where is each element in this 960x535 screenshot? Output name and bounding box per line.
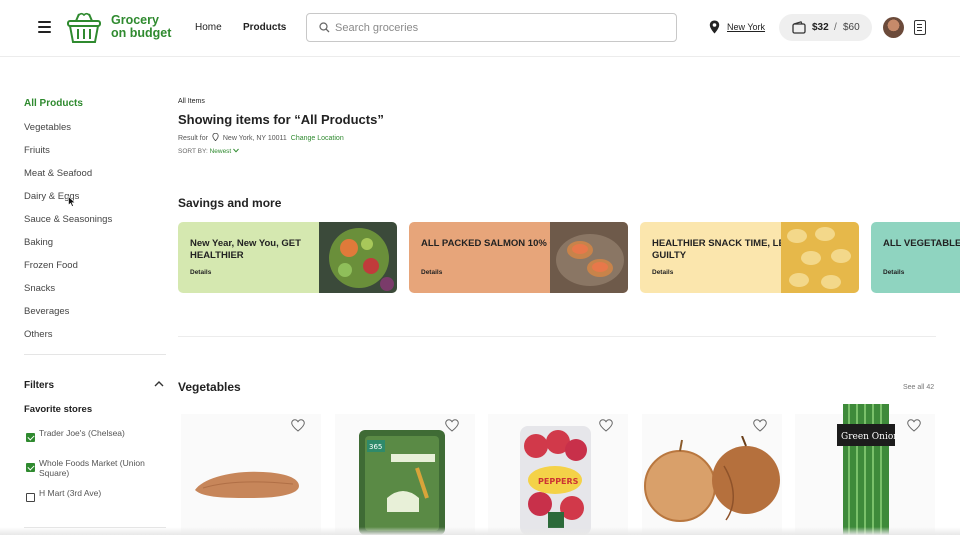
- store-label-trader-joes[interactable]: Trader Joe's (Chelsea): [39, 428, 149, 438]
- product-card[interactable]: [181, 414, 321, 535]
- promo-title: HEALTHIER SNACK TIME, LESS GUILTY: [652, 238, 798, 261]
- store-label-h-mart[interactable]: H Mart (3rd Ave): [39, 488, 149, 498]
- promo-details-link[interactable]: Details: [883, 269, 904, 276]
- promo-details-link[interactable]: Details: [190, 269, 211, 276]
- category-others[interactable]: Others: [24, 329, 53, 340]
- promo-title: ALL PACKED SALMON 10% OFF: [421, 238, 569, 249]
- salad-bowl-image: [319, 222, 397, 293]
- sort-value: Newest: [209, 148, 232, 155]
- cart-spent-amount: $32: [812, 22, 829, 33]
- category-fruits[interactable]: Friuits: [24, 145, 50, 156]
- svg-text:PEPPERS: PEPPERS: [538, 477, 579, 486]
- nav-home-link[interactable]: Home: [195, 22, 222, 33]
- peppers-bag-image: PEPPERS: [520, 426, 591, 535]
- vegetables-section-title: Vegetables: [178, 380, 241, 394]
- result-prefix: Result for: [178, 135, 208, 142]
- brand-name[interactable]: Grocery on budget: [111, 14, 181, 40]
- page-title: Showing items for “All Products”: [178, 112, 384, 127]
- product-card[interactable]: 365: [335, 414, 475, 535]
- store-checkbox-h-mart[interactable]: [26, 493, 35, 502]
- heart-icon[interactable]: [907, 419, 921, 432]
- favorite-stores-heading: Favorite stores: [24, 404, 93, 415]
- chevron-up-icon[interactable]: [153, 379, 165, 389]
- salmon-toast-image: [550, 222, 628, 293]
- store-checkbox-whole-foods[interactable]: [26, 463, 35, 472]
- category-baking[interactable]: Baking: [24, 237, 53, 248]
- category-all-products[interactable]: All Products: [24, 98, 83, 109]
- section-divider: [178, 336, 936, 337]
- cart-separator: /: [834, 22, 837, 33]
- category-vegetables[interactable]: Vegetables: [24, 122, 71, 133]
- heart-icon[interactable]: [599, 419, 613, 432]
- search-input[interactable]: [335, 19, 665, 36]
- result-location: New York, NY 10011: [222, 135, 287, 142]
- baby-spinach-bag-image: 365: [359, 430, 445, 535]
- onions-image: [644, 436, 780, 522]
- svg-text:365: 365: [369, 443, 382, 451]
- top-header: Grocery on budget Home Products New York…: [0, 0, 960, 57]
- sweet-potato-image: [195, 471, 299, 498]
- basket-logo-icon[interactable]: [66, 11, 102, 45]
- window-bottom-edge: [0, 527, 960, 535]
- category-sauce-seasonings[interactable]: Sauce & Seasonings: [24, 214, 112, 225]
- chevron-down-icon: [233, 148, 239, 153]
- nav-products-link[interactable]: Products: [243, 22, 286, 33]
- store-label-whole-foods[interactable]: Whole Foods Market (Union Square): [39, 458, 149, 478]
- heart-icon[interactable]: [291, 419, 305, 432]
- see-all-vegetables-link[interactable]: See all 42: [903, 384, 934, 391]
- result-location-line: Result for New York, NY 10011 Change Loc…: [178, 133, 344, 142]
- location-pin-icon: [212, 133, 219, 141]
- category-beverages[interactable]: Beverages: [24, 306, 69, 317]
- product-card[interactable]: [642, 414, 782, 535]
- promo-card-healthier[interactable]: New Year, New You, GET HEALTHIER Details: [178, 222, 397, 293]
- category-meat-seafood[interactable]: Meat & Seafood: [24, 168, 92, 179]
- promo-details-link[interactable]: Details: [421, 269, 442, 276]
- savings-section-title: Savings and more: [178, 196, 282, 210]
- brand-line-2: on budget: [111, 26, 172, 40]
- wallet-icon: [792, 21, 806, 34]
- hamburger-menu-icon[interactable]: [38, 21, 51, 33]
- store-checkbox-trader-joes[interactable]: [26, 433, 35, 442]
- sidebar-divider: [24, 354, 166, 355]
- promo-card-salmon[interactable]: ALL PACKED SALMON 10% OFF Details: [409, 222, 628, 293]
- sort-dropdown[interactable]: SORT BY: Newest: [178, 148, 239, 155]
- svg-text:Green Onion: Green Onion: [841, 432, 897, 442]
- location-link[interactable]: New York: [727, 22, 765, 32]
- user-avatar[interactable]: [883, 17, 904, 38]
- filters-heading: Filters: [24, 380, 55, 391]
- shopping-list-icon[interactable]: [914, 20, 926, 35]
- category-frozen-food[interactable]: Frozen Food: [24, 260, 78, 271]
- promo-card-snack[interactable]: HEALTHIER SNACK TIME, LESS GUILTY Detail…: [640, 222, 859, 293]
- promo-details-link[interactable]: Details: [652, 269, 673, 276]
- search-bar[interactable]: [306, 13, 677, 42]
- breadcrumb[interactable]: All Items: [178, 98, 205, 105]
- cart-budget-amount: $60: [843, 22, 860, 33]
- mouse-cursor-icon: [68, 196, 76, 207]
- sort-label: SORT BY:: [178, 148, 208, 155]
- promo-card-vegetables[interactable]: ALL VEGETABLES 25% OFF Details: [871, 222, 960, 293]
- green-onion-image: Green Onion: [837, 404, 897, 535]
- promo-title: New Year, New You, GET HEALTHIER: [190, 238, 301, 261]
- heart-icon[interactable]: [753, 419, 767, 432]
- location-pin-icon[interactable]: [709, 20, 720, 34]
- category-snacks[interactable]: Snacks: [24, 283, 55, 294]
- product-card[interactable]: PEPPERS: [488, 414, 628, 535]
- heart-icon[interactable]: [445, 419, 459, 432]
- budget-cart-button[interactable]: $32 / $60: [779, 14, 872, 41]
- crackers-image: [781, 222, 859, 293]
- product-card[interactable]: Green Onion: [795, 404, 935, 535]
- promo-title: ALL VEGETABLES 25% OFF: [883, 238, 960, 249]
- search-icon: [319, 22, 330, 33]
- change-location-link[interactable]: Change Location: [291, 135, 344, 142]
